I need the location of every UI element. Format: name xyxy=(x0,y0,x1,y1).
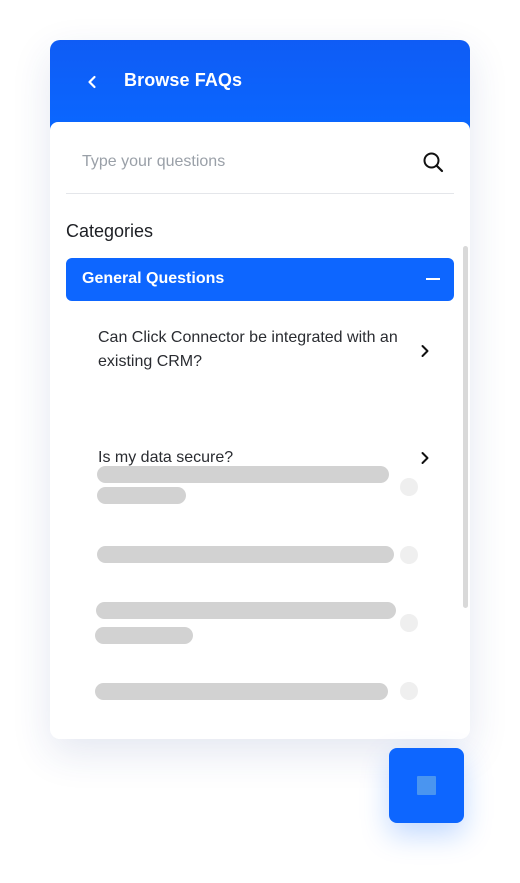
skeleton-dot xyxy=(400,478,418,496)
faq-panel: Categories General Questions Can Click C… xyxy=(50,122,470,739)
skeleton-line xyxy=(97,466,389,483)
back-button[interactable] xyxy=(78,68,106,96)
category-label: General Questions xyxy=(82,270,225,287)
widget-header: Browse FAQs xyxy=(50,40,470,130)
faq-question: Can Click Connector be integrated with a… xyxy=(98,329,398,370)
header-title: Browse FAQs xyxy=(124,70,243,90)
scrollbar[interactable] xyxy=(463,246,468,608)
categories-heading: Categories xyxy=(66,221,154,241)
category-general-questions[interactable]: General Questions xyxy=(66,258,454,301)
search-icon[interactable] xyxy=(422,151,444,173)
search-bar xyxy=(66,140,454,194)
chevron-right-icon xyxy=(421,345,429,357)
skeleton-line xyxy=(96,602,396,619)
search-input[interactable] xyxy=(66,140,406,184)
faq-item[interactable]: Can Click Connector be integrated with a… xyxy=(98,326,429,374)
chevron-right-icon xyxy=(421,452,429,464)
chevron-left-icon xyxy=(88,75,96,89)
skeleton-line xyxy=(95,683,388,700)
stop-square-icon xyxy=(417,776,436,795)
skeleton-line xyxy=(95,627,193,644)
skeleton-dot xyxy=(400,546,418,564)
skeleton-dot xyxy=(400,682,418,700)
skeleton-line xyxy=(97,546,394,563)
skeleton-dot xyxy=(400,614,418,632)
skeleton-line xyxy=(97,487,186,504)
chat-launcher-button[interactable] xyxy=(389,748,464,823)
faq-widget: Browse FAQs Categories General Questions… xyxy=(50,40,470,739)
minus-icon[interactable] xyxy=(426,278,440,280)
